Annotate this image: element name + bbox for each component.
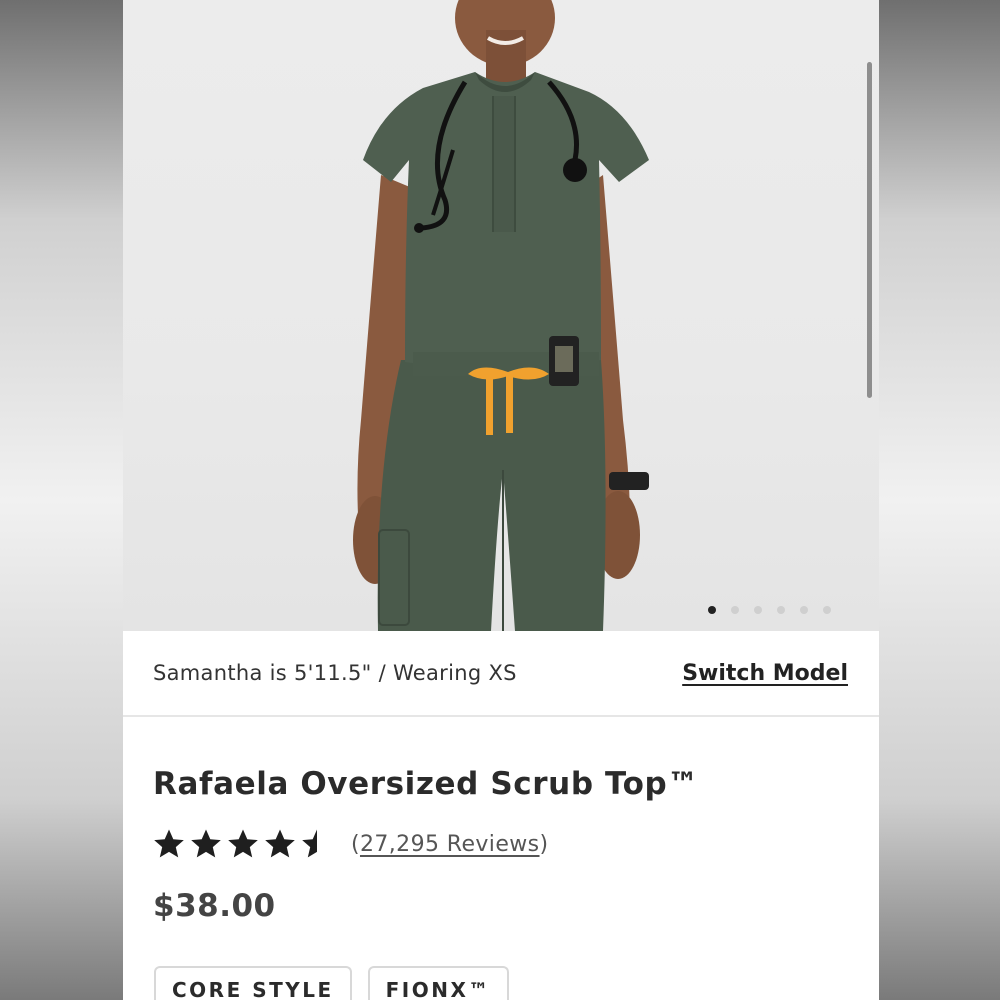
product-image-gallery[interactable]: [123, 0, 879, 631]
gallery-dot[interactable]: [708, 606, 716, 614]
star-icon: [191, 829, 221, 858]
left-background: [0, 0, 123, 1000]
reviews-close-paren: ): [539, 831, 549, 857]
rating-row: (27,295 Reviews): [153, 828, 549, 860]
star-icon: [228, 829, 258, 858]
product-price: $38.00: [153, 888, 276, 924]
switch-model-link[interactable]: Switch Model: [682, 661, 848, 686]
product-tags: CORE STYLE FIONX™: [154, 966, 509, 1000]
reviews-link[interactable]: 27,295 Reviews: [360, 832, 540, 857]
star-icon: [302, 829, 332, 858]
star-rating: [153, 828, 333, 860]
gallery-dot[interactable]: [754, 606, 762, 614]
reviews-count[interactable]: (27,295 Reviews): [351, 832, 549, 857]
tag-fionx: FIONX™: [367, 966, 509, 1000]
model-info-row: Samantha is 5'11.5" / Wearing XS Switch …: [123, 631, 879, 717]
gallery-dot[interactable]: [777, 606, 785, 614]
gallery-pagination[interactable]: [708, 606, 831, 614]
tag-core-style: CORE STYLE: [154, 966, 352, 1000]
star-icon: [265, 829, 295, 858]
right-background: [879, 0, 1000, 1000]
product-title: Rafaela Oversized Scrub Top™: [153, 766, 699, 802]
product-page: Samantha is 5'11.5" / Wearing XS Switch …: [123, 0, 879, 1000]
reviews-open-paren: (: [351, 831, 360, 857]
star-icon: [154, 829, 184, 858]
model-description: Samantha is 5'11.5" / Wearing XS: [153, 661, 517, 685]
gallery-scrollbar[interactable]: [867, 62, 872, 398]
gallery-dot[interactable]: [823, 606, 831, 614]
product-photo: [353, 0, 649, 631]
gallery-dot[interactable]: [800, 606, 808, 614]
gallery-dot[interactable]: [731, 606, 739, 614]
